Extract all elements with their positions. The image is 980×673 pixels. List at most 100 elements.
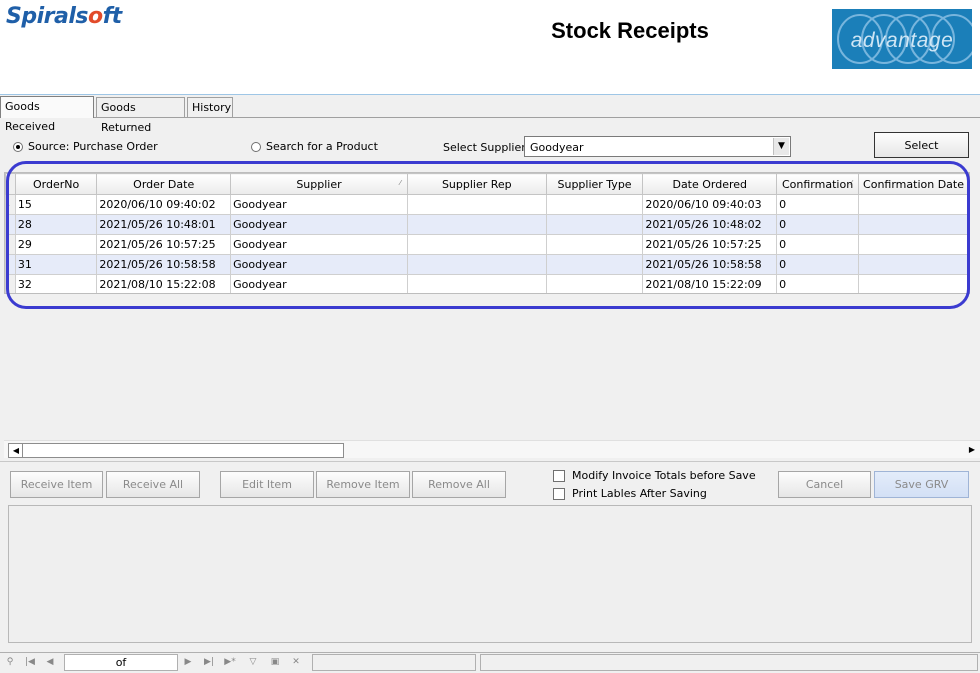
table-cell[interactable] (858, 194, 969, 215)
table-cell[interactable]: 2021/05/26 10:57:25 (642, 234, 778, 255)
table-cell[interactable] (858, 234, 969, 255)
col-header-supplier-rep[interactable]: Supplier Rep (406, 173, 547, 195)
table-row[interactable]: ▸ 15 2020/06/10 09:40:02 Goodyear 2020/06/10… (5, 194, 969, 215)
row-indicator[interactable] (5, 254, 16, 275)
table-cell[interactable]: 15 (14, 194, 98, 215)
horizontal-scrollbar[interactable]: ◀ ▶ (4, 440, 980, 458)
table-cell[interactable] (406, 194, 547, 215)
save-icon[interactable]: ▣ (267, 654, 283, 671)
col-header-date-ordered[interactable]: Date Ordered (642, 173, 778, 195)
orders-table: OrderNo Order Date Supplier ⁄ Supplier Re… (5, 173, 969, 293)
table-cell[interactable]: 2021/05/26 10:58:58 (96, 254, 232, 275)
supplier-select[interactable]: Goodyear ▼ (524, 136, 791, 157)
table-cell[interactable]: 29 (14, 234, 98, 255)
header-band (0, 68, 980, 95)
radio-selected-icon (13, 141, 23, 152)
binoculars-icon[interactable]: ⚲ (2, 654, 18, 671)
table-cell[interactable]: 0 (776, 214, 860, 235)
table-row[interactable]: 28 2021/05/26 10:48:01 Goodyear 2021/05/26 … (5, 214, 969, 235)
scroll-right-icon[interactable]: ▶ (966, 443, 978, 456)
table-cell[interactable]: 31 (14, 254, 98, 275)
search-product-label: Search for a Product (266, 140, 378, 153)
delete-icon[interactable]: ✕ (288, 654, 304, 671)
receive-item-button[interactable]: Receive Item (10, 471, 103, 498)
table-cell[interactable] (406, 234, 547, 255)
table-cell[interactable] (406, 214, 547, 235)
remove-item-button[interactable]: Remove Item (316, 471, 410, 498)
tab-goods-received[interactable]: Goods Received (0, 96, 94, 133)
row-indicator[interactable] (5, 234, 16, 255)
table-cell[interactable] (545, 194, 644, 215)
table-cell[interactable] (545, 274, 644, 293)
cancel-button[interactable]: Cancel (778, 471, 871, 498)
table-cell[interactable] (545, 254, 644, 275)
table-cell[interactable]: 0 (776, 194, 860, 215)
table-cell[interactable]: 2021/05/26 10:48:01 (96, 214, 232, 235)
select-button[interactable]: Select (874, 132, 969, 158)
table-cell[interactable]: Goodyear (230, 234, 408, 255)
col-header-supplier-label: Supplier (296, 177, 342, 191)
modify-invoice-checkbox[interactable]: Modify Invoice Totals before Save (553, 469, 756, 482)
new-record-icon[interactable]: ▶* (222, 654, 238, 671)
table-cell[interactable] (545, 234, 644, 255)
search-product-radio[interactable]: Search for a Product (251, 140, 378, 153)
orders-grid[interactable]: OrderNo Order Date Supplier ⁄ Supplier Re… (4, 172, 970, 294)
table-cell[interactable]: 2020/06/10 09:40:03 (642, 194, 778, 215)
edit-item-button[interactable]: Edit Item (220, 471, 314, 498)
table-row[interactable]: 31 2021/05/26 10:58:58 Goodyear 2021/05/26 … (5, 254, 969, 275)
receive-all-button[interactable]: Receive All (106, 471, 200, 498)
col-header-confirmation-date[interactable]: Confirmation Date (858, 173, 969, 195)
table-row[interactable]: 32 2021/08/10 15:22:08 Goodyear 2021/08/10 … (5, 274, 969, 293)
detail-panel (8, 505, 972, 643)
advantage-logo: advantage (832, 9, 972, 69)
table-cell[interactable] (858, 254, 969, 275)
col-header-orderno[interactable]: OrderNo (14, 173, 98, 195)
print-labels-label: Print Lables After Saving (572, 487, 707, 500)
chevron-down-icon[interactable]: ▼ (773, 138, 789, 155)
tab-history[interactable]: History (187, 97, 233, 117)
table-row[interactable]: 29 2021/05/26 10:57:25 Goodyear 2021/05/26 … (5, 234, 969, 255)
table-cell[interactable]: 2021/05/26 10:48:02 (642, 214, 778, 235)
next-record-icon[interactable]: ▶ (180, 654, 196, 671)
current-row-indicator-icon[interactable]: ▸ (5, 194, 16, 215)
col-header-confirmation[interactable]: Confirmation ⁄ (776, 173, 860, 195)
table-cell[interactable]: Goodyear (230, 214, 408, 235)
table-cell[interactable]: 0 (776, 274, 860, 293)
table-cell[interactable]: Goodyear (230, 274, 408, 293)
row-indicator[interactable] (5, 274, 16, 293)
last-record-icon[interactable]: ▶| (201, 654, 217, 671)
print-labels-checkbox[interactable]: Print Lables After Saving (553, 487, 707, 500)
table-cell[interactable]: 0 (776, 234, 860, 255)
checkbox-icon (553, 487, 565, 500)
row-indicator-header (5, 173, 16, 195)
table-cell[interactable] (858, 274, 969, 293)
table-cell[interactable] (858, 214, 969, 235)
first-record-icon[interactable]: |◀ (22, 654, 38, 671)
table-cell[interactable]: Goodyear (230, 254, 408, 275)
scroll-thumb[interactable] (22, 443, 344, 458)
prev-record-icon[interactable]: ◀ (42, 654, 58, 671)
table-cell[interactable] (406, 274, 547, 293)
table-cell[interactable] (406, 254, 547, 275)
sort-icon: ⁄ (850, 179, 853, 187)
save-grv-button[interactable]: Save GRV (874, 471, 969, 498)
row-indicator[interactable] (5, 214, 16, 235)
remove-all-button[interactable]: Remove All (412, 471, 506, 498)
table-cell[interactable]: 2021/08/10 15:22:09 (642, 274, 778, 293)
table-cell[interactable]: 2021/08/10 15:22:08 (96, 274, 232, 293)
filter-icon[interactable]: ▽ (245, 654, 261, 671)
source-po-radio[interactable]: Source: Purchase Order (13, 140, 158, 153)
table-cell[interactable]: 28 (14, 214, 98, 235)
table-cell[interactable]: 2020/06/10 09:40:02 (96, 194, 232, 215)
col-header-supplier[interactable]: Supplier ⁄ (230, 173, 408, 195)
table-cell[interactable] (545, 214, 644, 235)
table-cell[interactable]: 32 (14, 274, 98, 293)
table-cell[interactable]: Goodyear (230, 194, 408, 215)
table-cell[interactable]: 2021/05/26 10:58:58 (642, 254, 778, 275)
tab-goods-returned[interactable]: Goods Returned (96, 97, 185, 134)
col-header-order-date[interactable]: Order Date (96, 173, 232, 195)
table-cell[interactable]: 0 (776, 254, 860, 275)
record-position-field[interactable]: of (64, 654, 178, 671)
table-cell[interactable]: 2021/05/26 10:57:25 (96, 234, 232, 255)
col-header-supplier-type[interactable]: Supplier Type (545, 173, 644, 195)
